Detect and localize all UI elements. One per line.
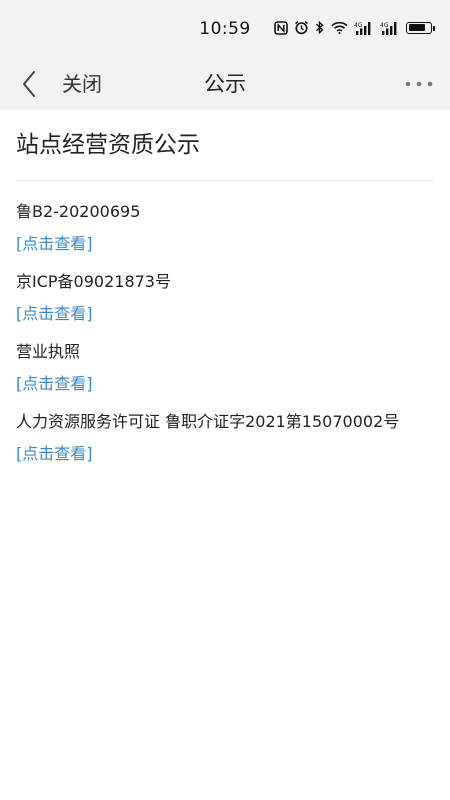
back-button[interactable] [14,66,44,102]
item-text: 营业执照 [16,342,81,361]
alarm-icon [294,20,309,35]
more-button[interactable] [402,70,436,98]
list-item: 人力资源服务许可证 鲁职介证字2021第15070002号 [点击查看] [16,410,434,466]
qualification-list: 鲁B2-20200695 [点击查看] 京ICP备09021873号 [点击查看… [16,181,434,466]
signal-4g-icon: 4G [354,21,374,35]
more-dots-icon [405,81,433,87]
page-title: 站点经营资质公示 [16,110,434,181]
content: 站点经营资质公示 鲁B2-20200695 [点击查看] 京ICP备090218… [0,110,450,466]
chevron-left-icon [23,71,35,97]
view-link[interactable]: [点击查看] [16,232,93,256]
view-link[interactable]: [点击查看] [16,372,93,396]
view-link[interactable]: [点击查看] [16,302,93,326]
signal-4g-icon: 4G [380,21,400,35]
nfc-icon [274,20,288,35]
item-text: 人力资源服务许可证 鲁职介证字2021第15070002号 [16,412,400,431]
status-icons: 4G 4G [274,20,435,35]
svg-text:4G: 4G [380,22,389,29]
screen: 10:59 4G 4G 关闭 公示 站点经营资质公示 鲁B2-20200695 … [0,0,450,800]
close-button[interactable]: 关闭 [62,71,102,97]
battery-level [408,24,426,31]
view-link[interactable]: [点击查看] [16,442,93,466]
wifi-icon [331,21,348,34]
battery-icon [406,21,435,34]
nav-bar: 关闭 公示 [0,58,450,110]
item-text: 鲁B2-20200695 [16,202,141,221]
list-item: 营业执照 [点击查看] [16,340,434,396]
list-item: 京ICP备09021873号 [点击查看] [16,270,434,326]
svg-text:4G: 4G [354,22,363,29]
item-text: 京ICP备09021873号 [16,272,171,291]
bluetooth-icon [315,20,325,35]
status-bar: 10:59 4G 4G [0,0,450,58]
list-item: 鲁B2-20200695 [点击查看] [16,200,434,256]
